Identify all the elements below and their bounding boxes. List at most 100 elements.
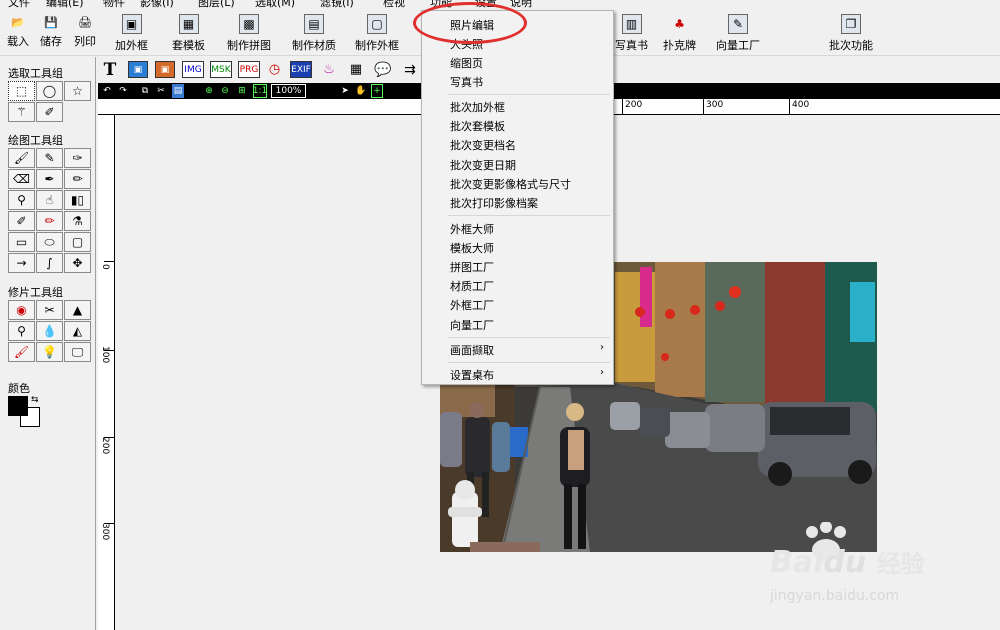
airbrush-icon[interactable]: ✑ [64,148,91,168]
menu-item-template-master[interactable]: 模板大师 [450,240,494,256]
rect-select-icon[interactable]: ⬚ [8,81,35,101]
line-icon[interactable]: → [8,253,35,273]
smudge-icon[interactable]: ▲ [64,300,91,320]
menu-item-batch-frame[interactable]: 批次加外框 [450,99,505,115]
make-frame-button[interactable]: ▢ 制作外框 [355,10,399,53]
exif-icon[interactable]: EXIF [290,61,312,78]
eyedropper-icon[interactable]: ⚗ [64,211,91,231]
menu-item-photobook[interactable]: 写真书 [450,74,483,90]
menu-item-thumbnail-page[interactable]: 缩图页 [450,55,483,71]
print-button[interactable]: 🖨 列印 [74,10,96,49]
menu-item-batch-rename[interactable]: 批次变更档名 [450,137,516,153]
actual-size-button[interactable]: 1:1 [253,84,267,98]
msk-icon[interactable]: MSK [210,61,232,78]
light-bulb-icon[interactable]: 💡 [36,342,63,362]
move-icon[interactable]: ✥ [64,253,91,273]
menu-item-frame-master[interactable]: 外框大师 [450,221,494,237]
menu-object[interactable]: 物件 [103,0,125,8]
menu-item-frame-factory[interactable]: 外框工厂 [450,297,494,313]
menu-item-batch-template[interactable]: 批次套模板 [450,118,505,134]
menu-layer[interactable]: 图层(L) [198,0,235,8]
menu-item-set-wallpaper[interactable]: 设置桌布 [450,367,494,383]
ellipse-select-icon[interactable]: ◯ [36,81,63,101]
copy-icon[interactable]: ⧉ [139,84,151,98]
foreground-color-swatch[interactable] [8,396,28,416]
load-button[interactable]: 📂 载入 [7,10,29,49]
curve-icon[interactable]: ∫ [36,253,63,273]
redo-icon[interactable]: ↷ [117,84,129,98]
menu-item-screen-capture[interactable]: 画面撷取 [450,342,494,358]
brush-icon[interactable]: 🖌 [8,148,35,168]
menu-item-batch-print[interactable]: 批次打印影像档案 [450,195,538,211]
menu-image[interactable]: 影像(I) [140,0,174,8]
eraser-icon[interactable]: ⌫ [8,169,35,189]
pointer-icon[interactable]: ➤ [339,84,351,98]
add-layer-icon[interactable]: + [371,84,383,98]
menu-item-texture-factory[interactable]: 材质工厂 [450,278,494,294]
sharpen-icon[interactable]: ◭ [64,321,91,341]
frame-icon: ▣ [121,14,142,34]
menu-select[interactable]: 选取(M) [255,0,295,8]
rectangle-icon[interactable]: ▭ [8,232,35,252]
calendar-icon[interactable]: ▦ [347,61,365,78]
screen-capture-icon[interactable]: 🖵 [64,342,91,362]
collage-button[interactable]: ▩ 制作拼图 [227,10,271,53]
texture-button[interactable]: ▤ 制作材质 [292,10,336,53]
hand-icon[interactable]: ☝ [36,190,63,210]
paste-icon[interactable]: ▤ [172,84,184,98]
red-eye-icon[interactable]: ◉ [8,300,35,320]
lasso-icon[interactable]: ☆ [64,81,91,101]
zoom-out-icon[interactable]: ⊖ [219,84,231,98]
rounded-rect-icon[interactable]: ▢ [64,232,91,252]
poker-button[interactable]: ♣ 扑克牌 [663,10,696,53]
hand-pan-icon[interactable]: ✋ [355,84,367,98]
stamp-icon[interactable]: ⚲ [8,190,35,210]
batch-icon: ❐ [841,14,861,34]
prg-icon[interactable]: PRG [238,61,260,78]
drop-icon[interactable]: 💧 [36,321,63,341]
marker-icon[interactable]: ✎ [36,148,63,168]
menu-item-batch-format[interactable]: 批次变更影像格式与尺寸 [450,176,571,192]
zoom-level[interactable]: 100% [271,84,306,98]
select-brush-icon[interactable]: ✐ [36,102,63,122]
pencil-icon[interactable]: ✐ [8,211,35,231]
watermark-brand-cn: 经验 [876,550,925,578]
menu-filter[interactable]: 滤镜(I) [320,0,354,8]
add-frame-button[interactable]: ▣ 加外框 [115,10,148,53]
speech-bubble-icon[interactable]: 💬 [372,61,394,78]
menu-view[interactable]: 检视 [383,0,405,8]
undo-icon[interactable]: ↶ [101,84,113,98]
gradient-icon[interactable]: ▮▯ [64,190,91,210]
menu-item-collage-factory[interactable]: 拼图工厂 [450,259,494,275]
cut-icon[interactable]: ✂ [155,84,167,98]
swap-colors-icon[interactable]: ⇆ [31,395,39,405]
red-pen-icon[interactable]: ✏ [36,211,63,231]
template-button[interactable]: ▦ 套模板 [172,10,205,53]
clock-icon[interactable]: ◷ [266,61,283,78]
menu-edit[interactable]: 编辑(E) [46,0,84,8]
arrow-shape-icon[interactable]: ⇉ [401,61,419,78]
cake-icon[interactable]: ♨ [319,61,339,78]
menu-help[interactable]: 说明 [510,0,532,8]
menu-item-vector-factory[interactable]: 向量工厂 [450,317,494,333]
clone-person-icon[interactable]: ✂ [36,300,63,320]
paint-red-icon[interactable]: 🖌 [8,342,35,362]
menu-file[interactable]: 文件 [8,0,30,8]
menu-item-batch-date[interactable]: 批次变更日期 [450,157,516,173]
vector-factory-button[interactable]: ✎ 向量工厂 [716,10,760,53]
image-object-icon[interactable]: ▣ [128,61,148,78]
photobook-button[interactable]: ▥ 写真书 [615,10,648,53]
fit-window-icon[interactable]: ⊞ [236,84,248,98]
fill-icon[interactable]: ✒ [36,169,63,189]
batch-button[interactable]: ❐ 批次功能 [829,10,873,53]
magnifier-icon[interactable]: ⚲ [8,321,35,341]
magic-wand-icon[interactable]: ⚚ [8,102,35,122]
pen-icon[interactable]: ✏ [64,169,91,189]
ellipse-icon[interactable]: ⬭ [36,232,63,252]
collage-label: 制作拼图 [227,39,271,52]
zoom-in-icon[interactable]: ⊕ [203,84,215,98]
img-icon[interactable]: IMG [182,61,204,78]
text-tool-icon[interactable]: T [101,60,119,80]
save-button[interactable]: 💾 储存 [40,10,62,49]
photo-object-icon[interactable]: ▣ [155,61,175,78]
